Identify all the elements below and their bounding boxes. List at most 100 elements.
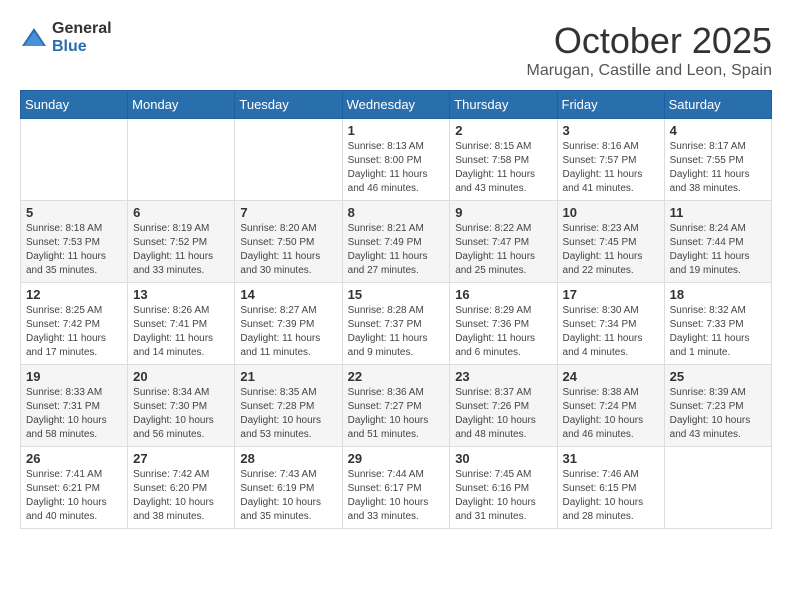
day-info: Sunrise: 7:44 AM Sunset: 6:17 PM Dayligh… [348, 468, 445, 524]
day-number: 21 [240, 369, 336, 384]
calendar-cell: 20 Sunrise: 8:34 AM Sunset: 7:30 PM Dayli… [128, 365, 235, 447]
day-info: Sunrise: 7:42 AM Sunset: 6:20 PM Dayligh… [133, 468, 229, 524]
day-info: Sunrise: 8:27 AM Sunset: 7:39 PM Dayligh… [240, 304, 336, 360]
calendar-cell [235, 119, 342, 201]
day-number: 20 [133, 369, 229, 384]
day-info: Sunrise: 8:39 AM Sunset: 7:23 PM Dayligh… [670, 386, 766, 442]
title-block: October 2025 Marugan, Castille and Leon,… [527, 20, 773, 80]
calendar-cell: 13 Sunrise: 8:26 AM Sunset: 7:41 PM Dayli… [128, 283, 235, 365]
day-info: Sunrise: 8:22 AM Sunset: 7:47 PM Dayligh… [455, 222, 551, 278]
day-number: 26 [26, 451, 122, 466]
logo-blue: Blue [52, 38, 112, 56]
day-number: 31 [563, 451, 659, 466]
day-info: Sunrise: 8:24 AM Sunset: 7:44 PM Dayligh… [670, 222, 766, 278]
calendar-cell: 17 Sunrise: 8:30 AM Sunset: 7:34 PM Dayli… [557, 283, 664, 365]
day-info: Sunrise: 8:30 AM Sunset: 7:34 PM Dayligh… [563, 304, 659, 360]
day-info: Sunrise: 8:28 AM Sunset: 7:37 PM Dayligh… [348, 304, 445, 360]
day-number: 24 [563, 369, 659, 384]
day-info: Sunrise: 8:23 AM Sunset: 7:45 PM Dayligh… [563, 222, 659, 278]
calendar-cell: 6 Sunrise: 8:19 AM Sunset: 7:52 PM Daylig… [128, 201, 235, 283]
day-number: 13 [133, 287, 229, 302]
day-info: Sunrise: 8:35 AM Sunset: 7:28 PM Dayligh… [240, 386, 336, 442]
day-number: 25 [670, 369, 766, 384]
calendar-cell: 26 Sunrise: 7:41 AM Sunset: 6:21 PM Dayli… [21, 447, 128, 529]
calendar-cell: 19 Sunrise: 8:33 AM Sunset: 7:31 PM Dayli… [21, 365, 128, 447]
day-info: Sunrise: 8:21 AM Sunset: 7:49 PM Dayligh… [348, 222, 445, 278]
day-number: 7 [240, 205, 336, 220]
calendar-cell: 16 Sunrise: 8:29 AM Sunset: 7:36 PM Dayli… [450, 283, 557, 365]
day-info: Sunrise: 7:41 AM Sunset: 6:21 PM Dayligh… [26, 468, 122, 524]
day-info: Sunrise: 8:34 AM Sunset: 7:30 PM Dayligh… [133, 386, 229, 442]
calendar-header-wednesday: Wednesday [342, 91, 450, 119]
calendar-header-monday: Monday [128, 91, 235, 119]
calendar-cell: 1 Sunrise: 8:13 AM Sunset: 8:00 PM Daylig… [342, 119, 450, 201]
day-number: 27 [133, 451, 229, 466]
day-number: 30 [455, 451, 551, 466]
day-info: Sunrise: 8:25 AM Sunset: 7:42 PM Dayligh… [26, 304, 122, 360]
day-info: Sunrise: 7:46 AM Sunset: 6:15 PM Dayligh… [563, 468, 659, 524]
page-header: General Blue October 2025 Marugan, Casti… [20, 20, 772, 80]
calendar-cell [664, 447, 771, 529]
logo: General Blue [20, 20, 112, 55]
calendar-cell: 10 Sunrise: 8:23 AM Sunset: 7:45 PM Dayli… [557, 201, 664, 283]
day-info: Sunrise: 8:26 AM Sunset: 7:41 PM Dayligh… [133, 304, 229, 360]
day-info: Sunrise: 8:38 AM Sunset: 7:24 PM Dayligh… [563, 386, 659, 442]
calendar-cell: 8 Sunrise: 8:21 AM Sunset: 7:49 PM Daylig… [342, 201, 450, 283]
calendar-header-thursday: Thursday [450, 91, 557, 119]
day-number: 16 [455, 287, 551, 302]
day-info: Sunrise: 8:13 AM Sunset: 8:00 PM Dayligh… [348, 140, 445, 196]
calendar-cell: 12 Sunrise: 8:25 AM Sunset: 7:42 PM Dayli… [21, 283, 128, 365]
calendar: SundayMondayTuesdayWednesdayThursdayFrid… [20, 90, 772, 529]
day-info: Sunrise: 8:29 AM Sunset: 7:36 PM Dayligh… [455, 304, 551, 360]
day-info: Sunrise: 8:18 AM Sunset: 7:53 PM Dayligh… [26, 222, 122, 278]
day-number: 2 [455, 123, 551, 138]
calendar-cell: 5Sunrise: 8:18 AM Sunset: 7:53 PM Daylig… [21, 201, 128, 283]
day-number: 22 [348, 369, 445, 384]
day-info: Sunrise: 8:19 AM Sunset: 7:52 PM Dayligh… [133, 222, 229, 278]
day-number: 14 [240, 287, 336, 302]
day-number: 3 [563, 123, 659, 138]
day-number: 18 [670, 287, 766, 302]
day-info: Sunrise: 8:17 AM Sunset: 7:55 PM Dayligh… [670, 140, 766, 196]
calendar-cell: 14 Sunrise: 8:27 AM Sunset: 7:39 PM Dayli… [235, 283, 342, 365]
calendar-cell: 11Sunrise: 8:24 AM Sunset: 7:44 PM Dayli… [664, 201, 771, 283]
calendar-cell [21, 119, 128, 201]
day-info: Sunrise: 7:45 AM Sunset: 6:16 PM Dayligh… [455, 468, 551, 524]
calendar-cell: 29 Sunrise: 7:44 AM Sunset: 6:17 PM Dayli… [342, 447, 450, 529]
calendar-cell: 28Sunrise: 7:43 AM Sunset: 6:19 PM Dayli… [235, 447, 342, 529]
calendar-cell: 7 Sunrise: 8:20 AM Sunset: 7:50 PM Daylig… [235, 201, 342, 283]
calendar-week-row: 5Sunrise: 8:18 AM Sunset: 7:53 PM Daylig… [21, 201, 772, 283]
calendar-header-row: SundayMondayTuesdayWednesdayThursdayFrid… [21, 91, 772, 119]
day-number: 23 [455, 369, 551, 384]
calendar-header-friday: Friday [557, 91, 664, 119]
day-number: 19 [26, 369, 122, 384]
calendar-cell: 22 Sunrise: 8:36 AM Sunset: 7:27 PM Dayli… [342, 365, 450, 447]
calendar-cell: 3Sunrise: 8:16 AM Sunset: 7:57 PM Daylig… [557, 119, 664, 201]
calendar-cell: 27 Sunrise: 7:42 AM Sunset: 6:20 PM Dayli… [128, 447, 235, 529]
calendar-week-row: 12 Sunrise: 8:25 AM Sunset: 7:42 PM Dayli… [21, 283, 772, 365]
day-info: Sunrise: 8:20 AM Sunset: 7:50 PM Dayligh… [240, 222, 336, 278]
calendar-cell: 9 Sunrise: 8:22 AM Sunset: 7:47 PM Daylig… [450, 201, 557, 283]
day-number: 4 [670, 123, 766, 138]
logo-general: General [52, 20, 112, 38]
day-info: Sunrise: 8:36 AM Sunset: 7:27 PM Dayligh… [348, 386, 445, 442]
day-info: Sunrise: 8:15 AM Sunset: 7:58 PM Dayligh… [455, 140, 551, 196]
logo-icon [20, 24, 48, 52]
day-number: 17 [563, 287, 659, 302]
day-number: 12 [26, 287, 122, 302]
day-number: 10 [563, 205, 659, 220]
calendar-cell: 30 Sunrise: 7:45 AM Sunset: 6:16 PM Dayli… [450, 447, 557, 529]
calendar-cell: 23Sunrise: 8:37 AM Sunset: 7:26 PM Dayli… [450, 365, 557, 447]
calendar-cell: 31 Sunrise: 7:46 AM Sunset: 6:15 PM Dayli… [557, 447, 664, 529]
day-number: 1 [348, 123, 445, 138]
day-number: 9 [455, 205, 551, 220]
day-number: 6 [133, 205, 229, 220]
calendar-header-tuesday: Tuesday [235, 91, 342, 119]
calendar-header-sunday: Sunday [21, 91, 128, 119]
month-title: October 2025 [527, 20, 773, 62]
calendar-cell: 25 Sunrise: 8:39 AM Sunset: 7:23 PM Dayli… [664, 365, 771, 447]
calendar-header-saturday: Saturday [664, 91, 771, 119]
day-number: 29 [348, 451, 445, 466]
day-info: Sunrise: 8:33 AM Sunset: 7:31 PM Dayligh… [26, 386, 122, 442]
day-number: 8 [348, 205, 445, 220]
